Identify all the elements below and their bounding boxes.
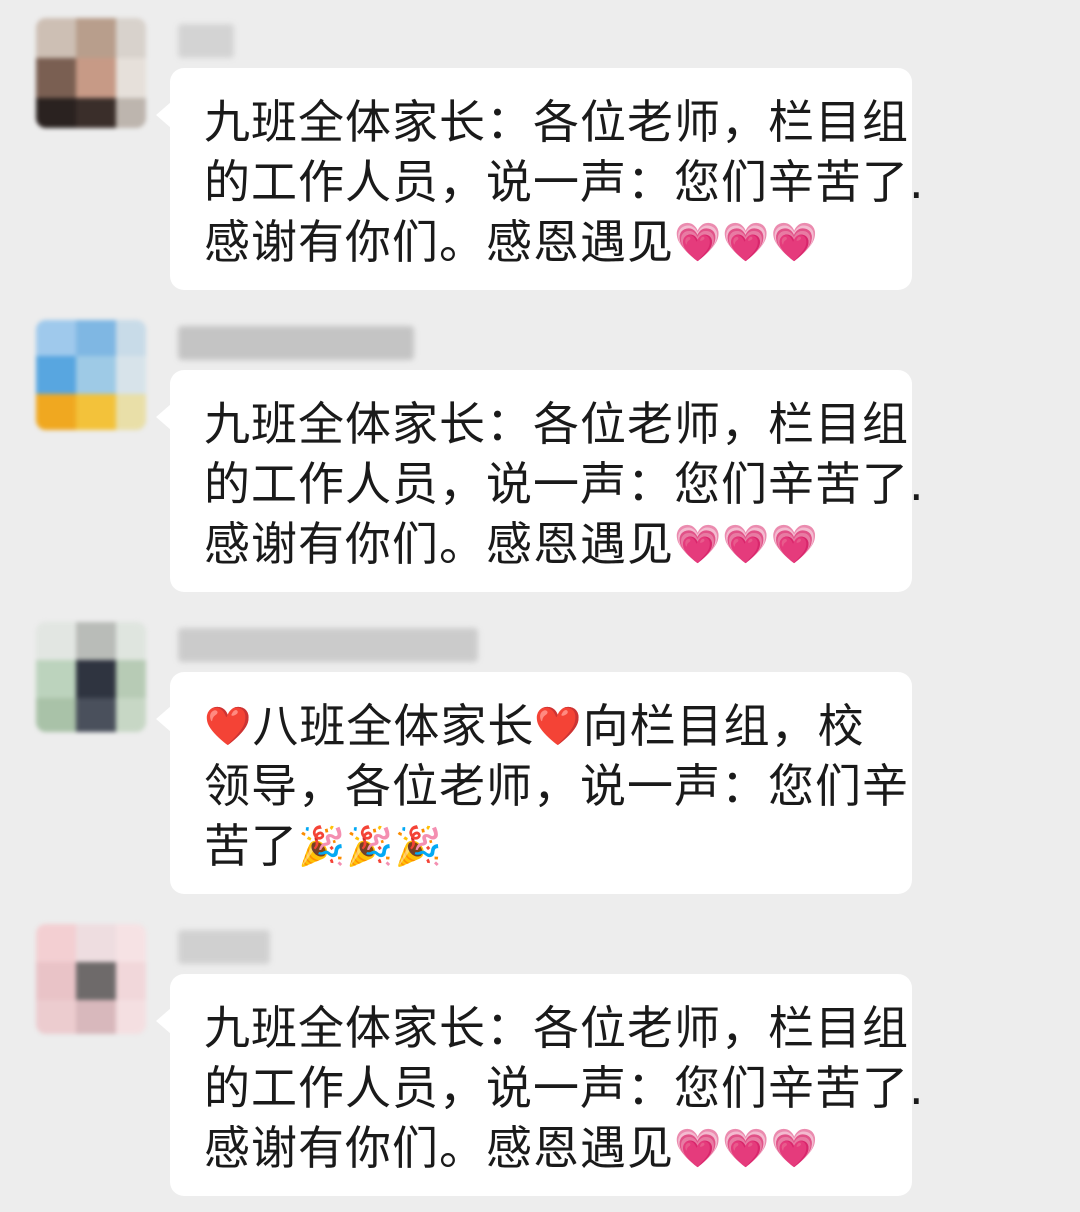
message-text-segment: 向栏目组，校 bbox=[582, 699, 865, 753]
chat-message-list: 九班全体家长：各位老师，栏目组 的工作人员，说一声：您们辛苦了. 感谢有你们。感… bbox=[0, 0, 1080, 1212]
sparkling-heart-icon: 💗💗💗 bbox=[674, 522, 819, 566]
message-text-line: 感谢有你们。感恩遇见 bbox=[204, 215, 674, 269]
sparkling-heart-icon: 💗💗💗 bbox=[674, 1126, 819, 1170]
avatar[interactable] bbox=[36, 924, 146, 1034]
message-text-line: 的工作人员，说一声：您们辛苦了. bbox=[204, 1061, 925, 1115]
message-text-line: 九班全体家长：各位老师，栏目组 bbox=[204, 397, 909, 451]
message-bubble[interactable]: ❤️八班全体家长❤️向栏目组，校 领导，各位老师，说一声：您们辛 苦了🎉🎉🎉 bbox=[156, 672, 912, 894]
message-text-line: 的工作人员，说一声：您们辛苦了. bbox=[204, 457, 925, 511]
message-bubble[interactable]: 九班全体家长：各位老师，栏目组 的工作人员，说一声：您们辛苦了. 感谢有你们。感… bbox=[156, 370, 925, 592]
sparkling-heart-icon: 💗💗💗 bbox=[674, 220, 819, 264]
sender-name[interactable] bbox=[178, 628, 478, 662]
avatar[interactable] bbox=[36, 18, 146, 128]
message-text-line: 九班全体家长：各位老师，栏目组 bbox=[204, 95, 909, 149]
message-bubble[interactable]: 九班全体家长：各位老师，栏目组 的工作人员，说一声：您们辛苦了. 感谢有你们。感… bbox=[156, 68, 925, 290]
party-popper-icon: 🎉🎉🎉 bbox=[298, 824, 443, 868]
red-heart-icon: ❤️ bbox=[534, 704, 583, 748]
avatar[interactable] bbox=[36, 622, 146, 732]
message-bubble[interactable]: 九班全体家长：各位老师，栏目组 的工作人员，说一声：您们辛苦了. 感谢有你们。感… bbox=[156, 974, 925, 1196]
message-text-line: 苦了 bbox=[204, 819, 298, 873]
message-text-line: 领导，各位老师，说一声：您们辛 bbox=[204, 759, 909, 813]
message-text-segment: 八班全体家长 bbox=[252, 699, 535, 753]
message-text-line: 九班全体家长：各位老师，栏目组 bbox=[204, 1001, 909, 1055]
avatar[interactable] bbox=[36, 320, 146, 430]
message-text-line: 的工作人员，说一声：您们辛苦了. bbox=[204, 155, 925, 209]
message-text-line: 感谢有你们。感恩遇见 bbox=[204, 1121, 674, 1175]
sender-name[interactable] bbox=[178, 24, 234, 58]
sender-name[interactable] bbox=[178, 930, 270, 964]
message-text-line: 感谢有你们。感恩遇见 bbox=[204, 517, 674, 571]
sender-name[interactable] bbox=[178, 326, 414, 360]
red-heart-icon: ❤️ bbox=[204, 704, 253, 748]
